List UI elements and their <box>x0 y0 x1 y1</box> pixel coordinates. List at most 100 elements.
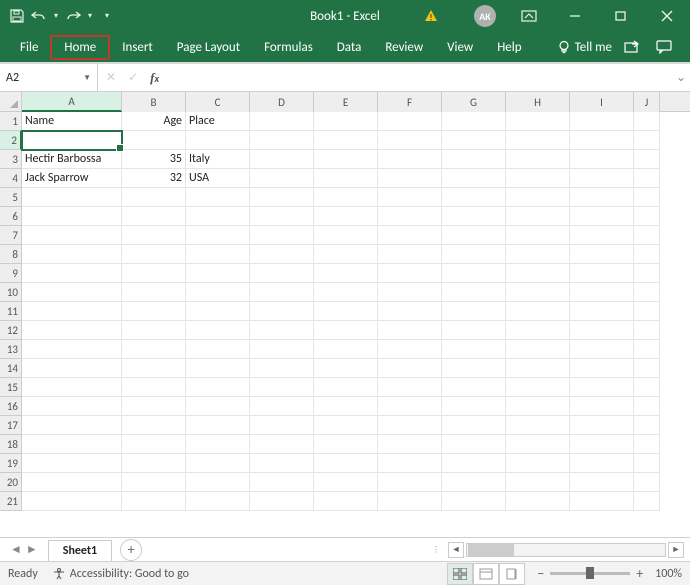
cell[interactable] <box>378 340 442 359</box>
cell[interactable] <box>186 340 250 359</box>
cell[interactable] <box>314 188 378 207</box>
cell[interactable] <box>506 169 570 188</box>
cell[interactable] <box>570 264 634 283</box>
sheet-nav-prev-icon[interactable]: ◄ <box>10 542 22 557</box>
cell[interactable] <box>570 340 634 359</box>
cell[interactable] <box>250 416 314 435</box>
cell[interactable] <box>506 112 570 131</box>
cell[interactable] <box>634 473 660 492</box>
cell[interactable] <box>186 378 250 397</box>
cell[interactable] <box>314 264 378 283</box>
cell[interactable] <box>442 321 506 340</box>
name-box[interactable]: A2 ▼ <box>0 64 98 91</box>
cell[interactable] <box>186 264 250 283</box>
cell[interactable] <box>250 492 314 511</box>
cell[interactable] <box>22 283 122 302</box>
cell[interactable] <box>314 473 378 492</box>
cell[interactable] <box>570 112 634 131</box>
sheet-nav[interactable]: ◄ ► <box>0 542 48 557</box>
cell[interactable] <box>506 397 570 416</box>
zoom-value[interactable]: 100% <box>655 567 682 581</box>
row-header[interactable]: 21 <box>0 492 22 511</box>
cell[interactable] <box>570 150 634 169</box>
cell[interactable] <box>442 473 506 492</box>
cell[interactable] <box>378 473 442 492</box>
cell[interactable] <box>634 150 660 169</box>
tab-page-layout[interactable]: Page Layout <box>165 35 252 60</box>
row-header[interactable]: 7 <box>0 226 22 245</box>
cell[interactable] <box>570 435 634 454</box>
cell[interactable] <box>22 131 122 150</box>
row-header[interactable]: 10 <box>0 283 22 302</box>
cell[interactable]: Jack Sparrow <box>22 169 122 188</box>
cell[interactable] <box>634 378 660 397</box>
tab-view[interactable]: View <box>435 35 485 60</box>
cell[interactable] <box>506 245 570 264</box>
cell[interactable] <box>442 245 506 264</box>
cell[interactable] <box>378 454 442 473</box>
row-header[interactable]: 11 <box>0 302 22 321</box>
hscroll-track[interactable] <box>466 543 666 557</box>
cell[interactable] <box>378 397 442 416</box>
cell[interactable] <box>122 283 186 302</box>
cell[interactable] <box>506 435 570 454</box>
cell[interactable] <box>22 473 122 492</box>
cell[interactable] <box>250 150 314 169</box>
cell[interactable] <box>570 359 634 378</box>
tab-help[interactable]: Help <box>485 35 533 60</box>
cell[interactable] <box>442 112 506 131</box>
cell[interactable] <box>22 207 122 226</box>
tab-file[interactable]: File <box>8 35 50 60</box>
cell[interactable] <box>442 359 506 378</box>
cell[interactable] <box>250 454 314 473</box>
cell[interactable] <box>22 492 122 511</box>
cell[interactable] <box>442 378 506 397</box>
cell[interactable] <box>314 112 378 131</box>
cell[interactable] <box>314 359 378 378</box>
cell[interactable] <box>378 264 442 283</box>
name-box-dropdown-icon[interactable]: ▼ <box>83 73 91 83</box>
cell[interactable] <box>122 359 186 378</box>
column-header[interactable]: F <box>378 92 442 112</box>
cell[interactable] <box>314 245 378 264</box>
qat-customize-icon[interactable]: ▾ <box>98 7 116 25</box>
cell[interactable] <box>378 112 442 131</box>
fx-icon[interactable]: fx <box>150 70 159 86</box>
cell[interactable] <box>122 397 186 416</box>
cell[interactable] <box>634 207 660 226</box>
cell[interactable] <box>250 321 314 340</box>
cell[interactable] <box>250 359 314 378</box>
cell[interactable] <box>186 302 250 321</box>
cell[interactable] <box>442 150 506 169</box>
column-header[interactable]: J <box>634 92 660 112</box>
cell[interactable] <box>250 207 314 226</box>
cell[interactable] <box>250 112 314 131</box>
cell[interactable] <box>250 188 314 207</box>
cell[interactable] <box>250 378 314 397</box>
cell[interactable] <box>22 416 122 435</box>
cell[interactable] <box>186 435 250 454</box>
cell[interactable] <box>442 435 506 454</box>
cell[interactable] <box>442 188 506 207</box>
cell[interactable] <box>314 321 378 340</box>
cell[interactable] <box>250 340 314 359</box>
cell[interactable] <box>634 226 660 245</box>
column-header[interactable]: B <box>122 92 186 112</box>
warning-icon[interactable] <box>424 9 444 23</box>
cell[interactable]: Name <box>22 112 122 131</box>
cell[interactable] <box>570 207 634 226</box>
grid-body[interactable]: 1NameAgePlace23Hectir Barbossa35Italy4Ja… <box>0 112 690 537</box>
cell[interactable] <box>314 169 378 188</box>
cell[interactable] <box>570 169 634 188</box>
column-header[interactable]: D <box>250 92 314 112</box>
cell[interactable] <box>22 226 122 245</box>
cell[interactable] <box>186 207 250 226</box>
close-icon[interactable] <box>644 0 690 32</box>
row-header[interactable]: 18 <box>0 435 22 454</box>
cell[interactable] <box>570 454 634 473</box>
cell[interactable] <box>378 283 442 302</box>
zoom-slider-knob[interactable] <box>586 567 594 579</box>
cell[interactable] <box>22 264 122 283</box>
cell[interactable] <box>378 321 442 340</box>
cell[interactable] <box>314 378 378 397</box>
